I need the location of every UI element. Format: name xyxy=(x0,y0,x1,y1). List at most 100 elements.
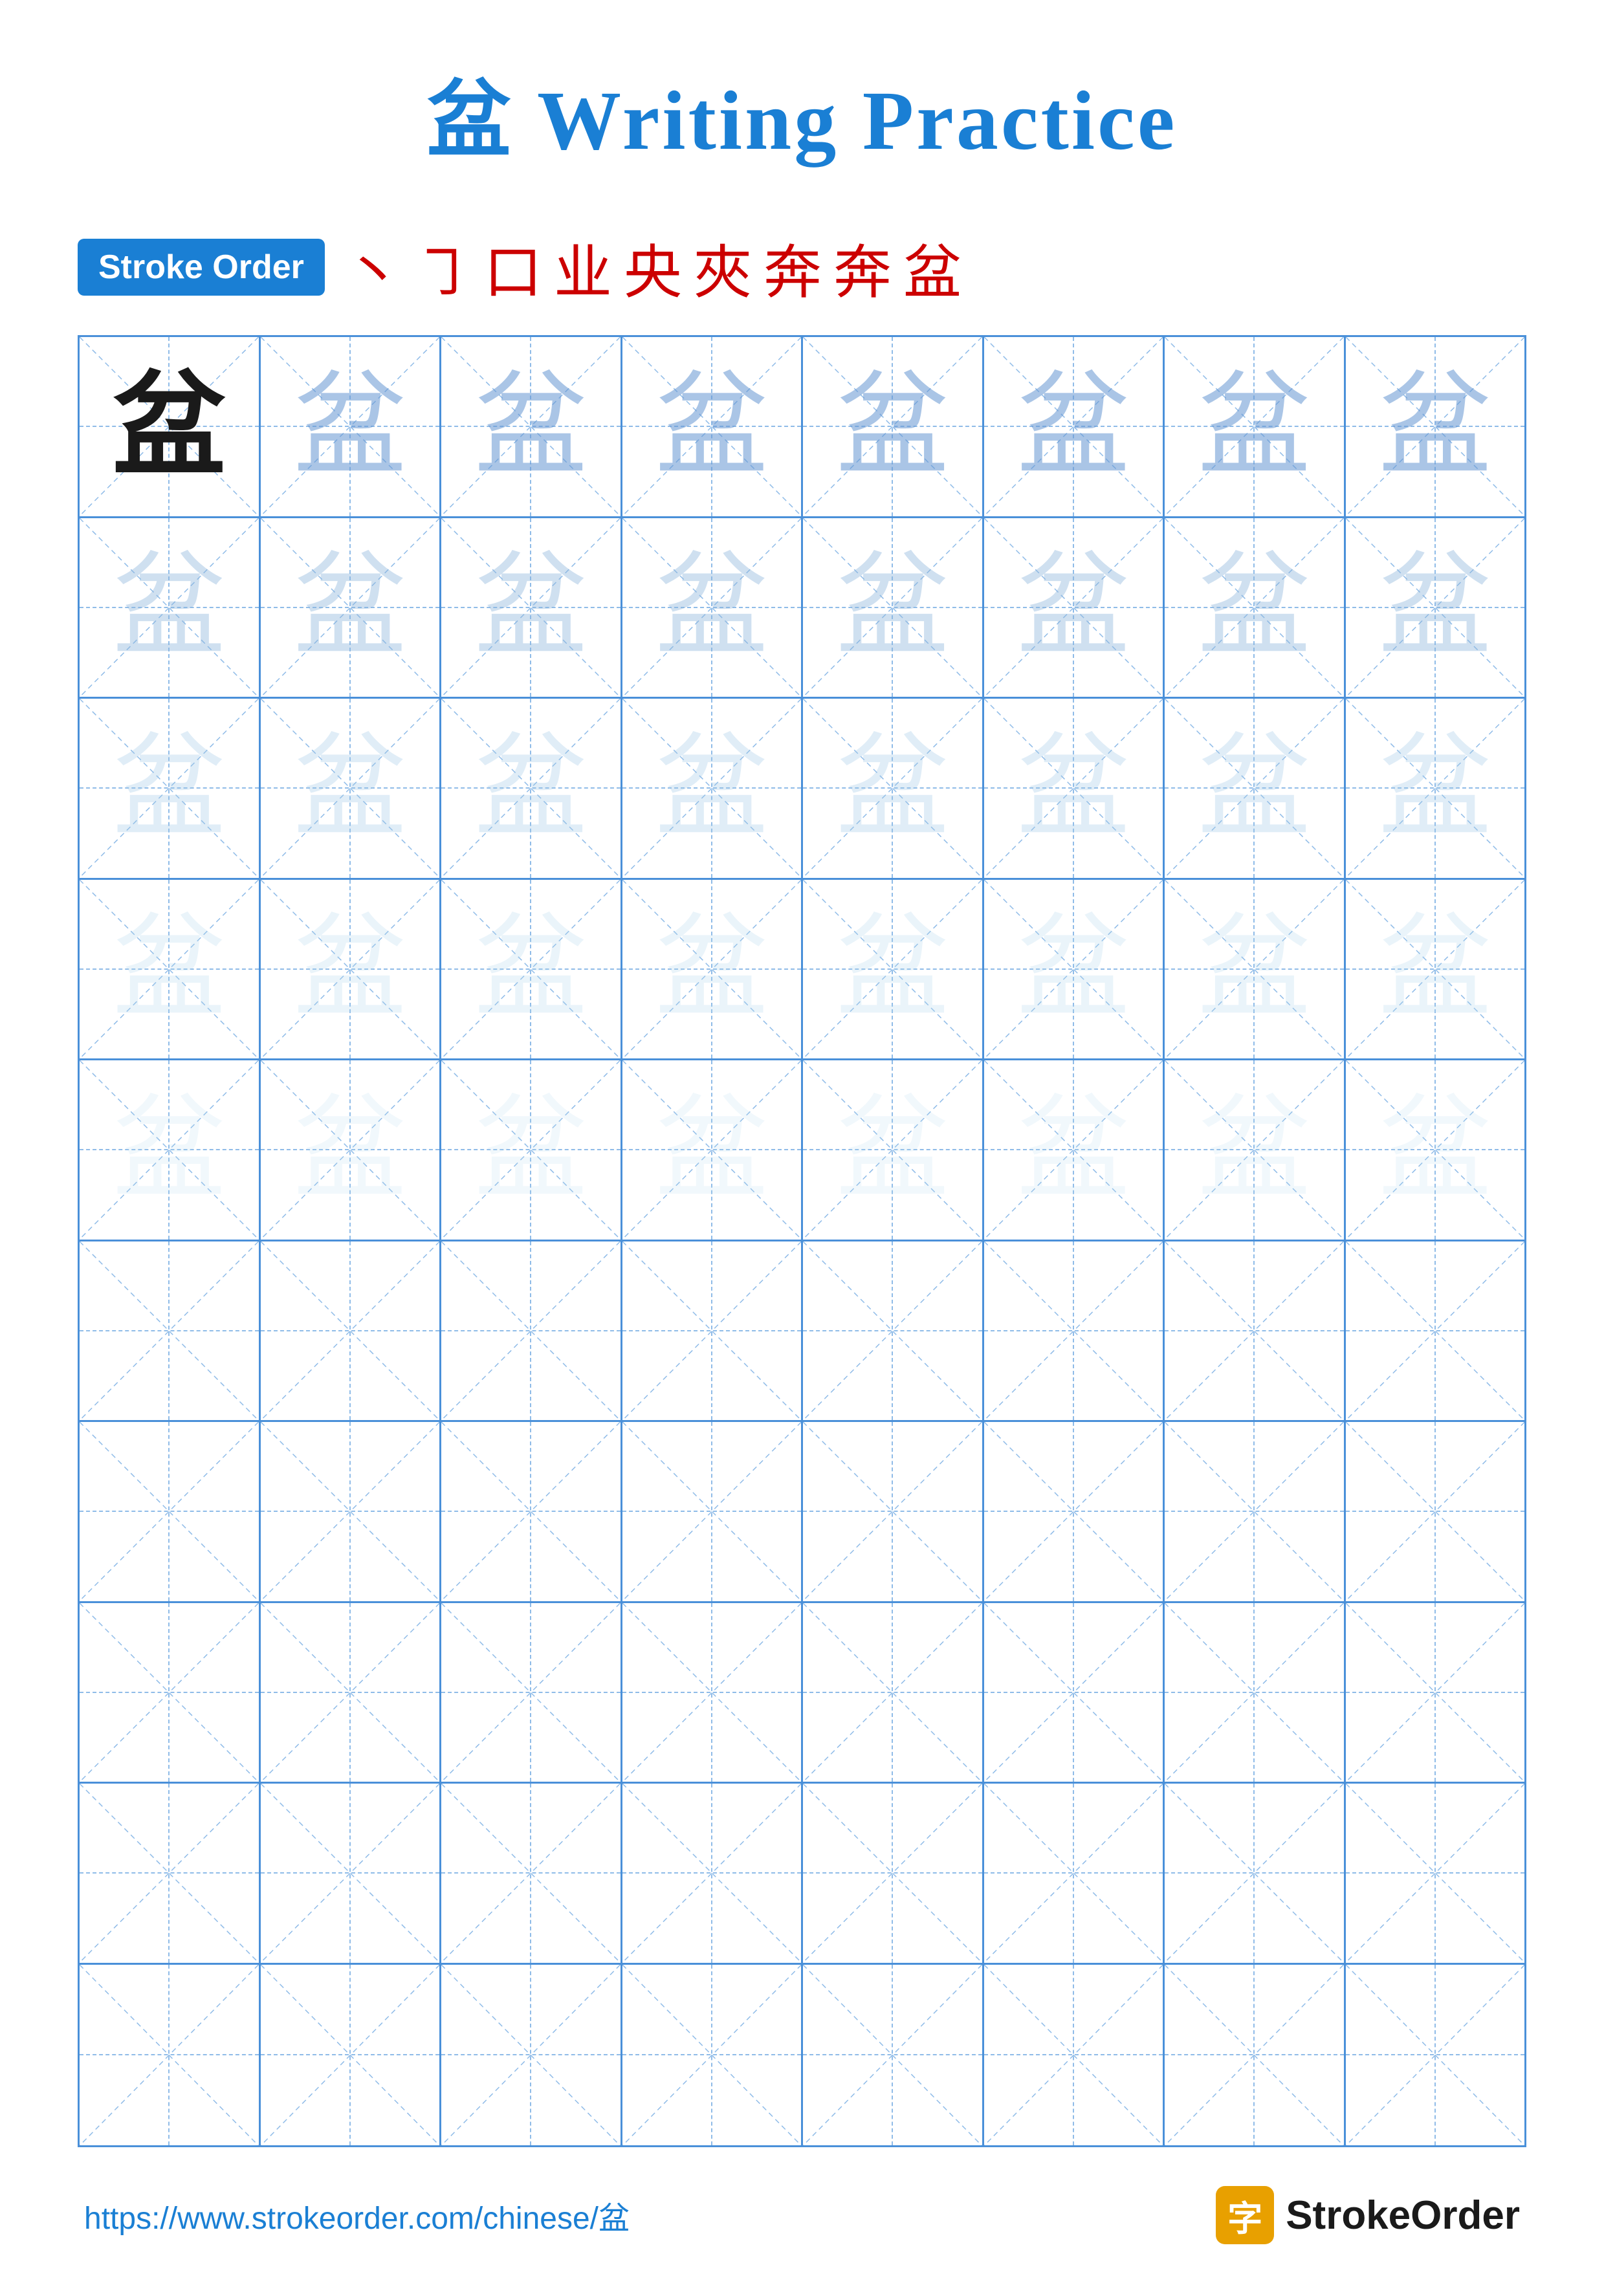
grid-cell-2-7[interactable]: 盆 xyxy=(1165,518,1346,699)
grid-cell-10-6[interactable] xyxy=(984,1965,1165,2146)
strokeorder-logo-icon: 字 xyxy=(1216,2186,1274,2244)
grid-cell-9-7[interactable] xyxy=(1165,1784,1346,1965)
grid-cell-4-1[interactable]: 盆 xyxy=(80,880,261,1061)
grid-cell-5-7[interactable]: 盆 xyxy=(1165,1060,1346,1241)
grid-cell-2-4[interactable]: 盆 xyxy=(622,518,804,699)
stroke-6: 夾 xyxy=(694,225,752,309)
grid-cell-7-7[interactable] xyxy=(1165,1422,1346,1603)
grid-cell-6-5[interactable] xyxy=(803,1241,984,1423)
grid-cell-5-2[interactable]: 盆 xyxy=(261,1060,442,1241)
grid-cell-3-6[interactable]: 盆 xyxy=(984,699,1165,880)
grid-cell-7-6[interactable] xyxy=(984,1422,1165,1603)
grid-cell-5-3[interactable]: 盆 xyxy=(441,1060,622,1241)
grid-cell-10-3[interactable] xyxy=(441,1965,622,2146)
grid-cell-4-3[interactable]: 盆 xyxy=(441,880,622,1061)
grid-cell-10-7[interactable] xyxy=(1165,1965,1346,2146)
grid-cell-7-5[interactable] xyxy=(803,1422,984,1603)
stroke-4: 业 xyxy=(554,225,612,309)
grid-cell-6-4[interactable] xyxy=(622,1241,804,1423)
grid-cell-8-6[interactable] xyxy=(984,1603,1165,1784)
grid-cell-3-1[interactable]: 盆 xyxy=(80,699,261,880)
footer-url[interactable]: https://www.strokeorder.com/chinese/盆 xyxy=(84,2192,630,2238)
stroke-7: 奔 xyxy=(764,225,822,309)
writing-grid: 盆 盆 盆 盆 盆 盆 盆 xyxy=(78,335,1526,2147)
grid-cell-5-5[interactable]: 盆 xyxy=(803,1060,984,1241)
grid-cell-1-1[interactable]: 盆 xyxy=(80,337,261,518)
grid-cell-1-2[interactable]: 盆 xyxy=(261,337,442,518)
grid-cell-7-2[interactable] xyxy=(261,1422,442,1603)
grid-row-4: 盆 盆 盆 盆 盆 盆 盆 xyxy=(80,880,1524,1061)
stroke-9: 盆 xyxy=(903,225,961,309)
grid-cell-6-7[interactable] xyxy=(1165,1241,1346,1423)
grid-cell-6-2[interactable] xyxy=(261,1241,442,1423)
grid-cell-4-7[interactable]: 盆 xyxy=(1165,880,1346,1061)
grid-cell-1-7[interactable]: 盆 xyxy=(1165,337,1346,518)
grid-cell-7-8[interactable] xyxy=(1346,1422,1525,1603)
grid-cell-1-5[interactable]: 盆 xyxy=(803,337,984,518)
grid-cell-4-2[interactable]: 盆 xyxy=(261,880,442,1061)
grid-cell-3-4[interactable]: 盆 xyxy=(622,699,804,880)
grid-cell-4-8[interactable]: 盆 xyxy=(1346,880,1525,1061)
grid-row-10 xyxy=(80,1965,1524,2146)
grid-cell-1-3[interactable]: 盆 xyxy=(441,337,622,518)
grid-cell-9-8[interactable] xyxy=(1346,1784,1525,1965)
grid-cell-9-2[interactable] xyxy=(261,1784,442,1965)
stroke-8: 奔 xyxy=(833,225,892,309)
grid-cell-8-5[interactable] xyxy=(803,1603,984,1784)
grid-cell-2-8[interactable]: 盆 xyxy=(1346,518,1525,699)
grid-cell-6-1[interactable] xyxy=(80,1241,261,1423)
grid-cell-4-6[interactable]: 盆 xyxy=(984,880,1165,1061)
grid-cell-7-3[interactable] xyxy=(441,1422,622,1603)
grid-cell-10-5[interactable] xyxy=(803,1965,984,2146)
grid-cell-10-2[interactable] xyxy=(261,1965,442,2146)
grid-cell-3-3[interactable]: 盆 xyxy=(441,699,622,880)
grid-cell-8-4[interactable] xyxy=(622,1603,804,1784)
grid-cell-3-2[interactable]: 盆 xyxy=(261,699,442,880)
grid-row-8 xyxy=(80,1603,1524,1784)
grid-cell-10-4[interactable] xyxy=(622,1965,804,2146)
grid-cell-5-1[interactable]: 盆 xyxy=(80,1060,261,1241)
grid-cell-4-4[interactable]: 盆 xyxy=(622,880,804,1061)
grid-cell-1-6[interactable]: 盆 xyxy=(984,337,1165,518)
grid-cell-3-7[interactable]: 盆 xyxy=(1165,699,1346,880)
grid-cell-8-1[interactable] xyxy=(80,1603,261,1784)
grid-cell-5-6[interactable]: 盆 xyxy=(984,1060,1165,1241)
grid-cell-3-8[interactable]: 盆 xyxy=(1346,699,1525,880)
grid-cell-9-3[interactable] xyxy=(441,1784,622,1965)
stroke-5: 央 xyxy=(624,225,682,309)
grid-cell-4-5[interactable]: 盆 xyxy=(803,880,984,1061)
grid-cell-9-4[interactable] xyxy=(622,1784,804,1965)
grid-row-7 xyxy=(80,1422,1524,1603)
grid-cell-2-3[interactable]: 盆 xyxy=(441,518,622,699)
grid-cell-2-5[interactable]: 盆 xyxy=(803,518,984,699)
grid-cell-9-5[interactable] xyxy=(803,1784,984,1965)
grid-cell-9-6[interactable] xyxy=(984,1784,1165,1965)
stroke-1: 丶 xyxy=(344,225,402,309)
footer: https://www.strokeorder.com/chinese/盆 字 … xyxy=(78,2186,1526,2244)
grid-cell-1-8[interactable]: 盆 xyxy=(1346,337,1525,518)
grid-cell-3-5[interactable]: 盆 xyxy=(803,699,984,880)
page-title: 盆 Writing Practice xyxy=(427,52,1178,173)
grid-cell-6-3[interactable] xyxy=(441,1241,622,1423)
grid-cell-8-8[interactable] xyxy=(1346,1603,1525,1784)
grid-cell-8-2[interactable] xyxy=(261,1603,442,1784)
grid-cell-7-4[interactable] xyxy=(622,1422,804,1603)
grid-cell-1-4[interactable]: 盆 xyxy=(622,337,804,518)
grid-cell-8-3[interactable] xyxy=(441,1603,622,1784)
grid-cell-10-1[interactable] xyxy=(80,1965,261,2146)
grid-row-5: 盆 盆 盆 盆 盆 盆 盆 xyxy=(80,1060,1524,1241)
grid-cell-5-4[interactable]: 盆 xyxy=(622,1060,804,1241)
grid-cell-6-8[interactable] xyxy=(1346,1241,1525,1423)
grid-row-3: 盆 盆 盆 盆 盆 盆 盆 xyxy=(80,699,1524,880)
grid-cell-2-2[interactable]: 盆 xyxy=(261,518,442,699)
grid-cell-9-1[interactable] xyxy=(80,1784,261,1965)
grid-cell-7-1[interactable] xyxy=(80,1422,261,1603)
grid-row-2: 盆 盆 盆 盆 盆 盆 盆 xyxy=(80,518,1524,699)
char-solid: 盆 xyxy=(113,370,226,483)
grid-cell-8-7[interactable] xyxy=(1165,1603,1346,1784)
grid-cell-5-8[interactable]: 盆 xyxy=(1346,1060,1525,1241)
grid-cell-2-1[interactable]: 盆 xyxy=(80,518,261,699)
grid-cell-10-8[interactable] xyxy=(1346,1965,1525,2146)
grid-cell-6-6[interactable] xyxy=(984,1241,1165,1423)
grid-cell-2-6[interactable]: 盆 xyxy=(984,518,1165,699)
